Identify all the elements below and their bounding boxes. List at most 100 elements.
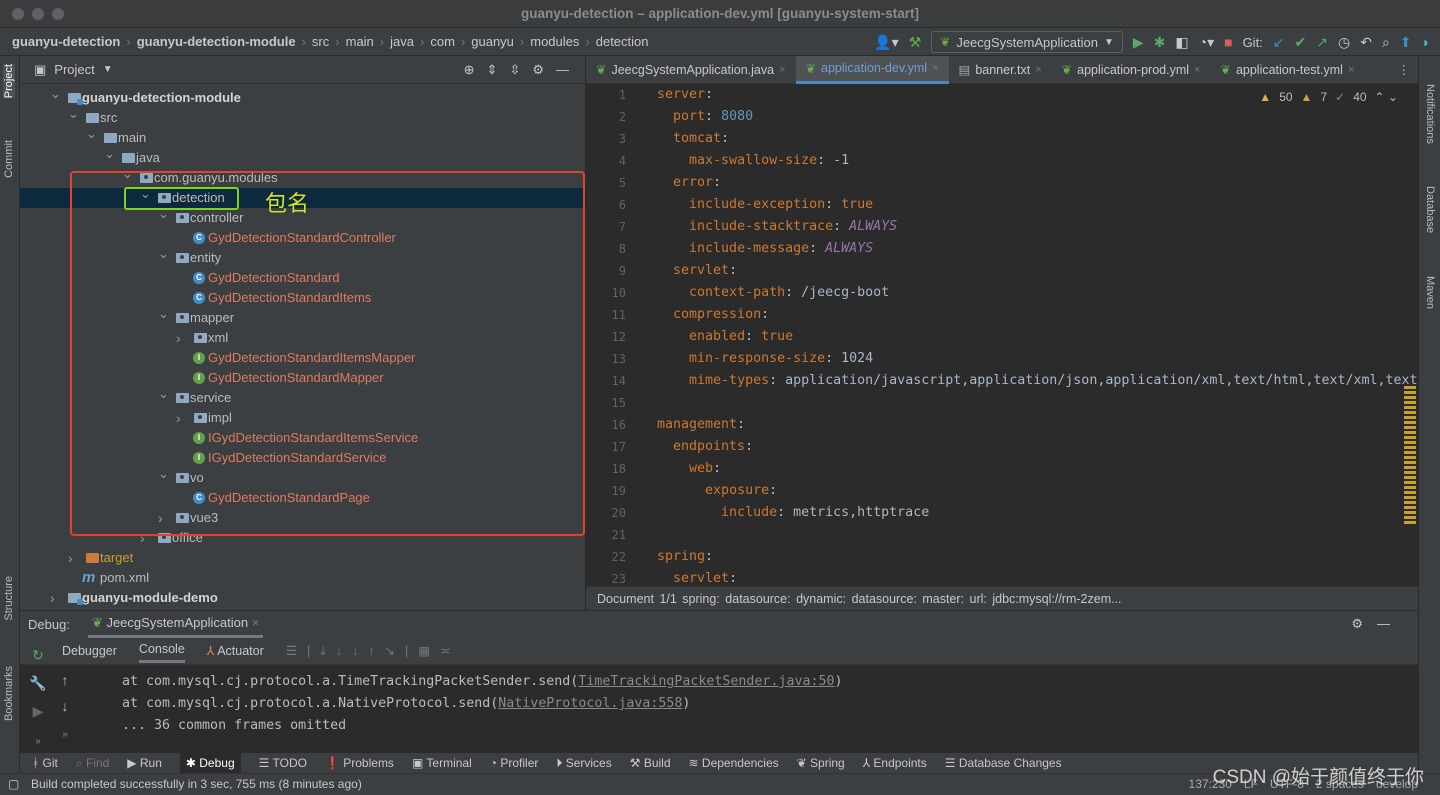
breadcrumb-item[interactable]: guanyu-detection-module (137, 34, 296, 49)
coverage-icon[interactable]: ◧ (1175, 34, 1188, 51)
tool-window-database-changes[interactable]: ☰ Database Changes (945, 756, 1062, 770)
title-bar: guanyu-detection – application-dev.yml [… (0, 0, 1440, 28)
stop-icon[interactable]: ■ (1224, 34, 1232, 50)
database-tool-button[interactable]: Database (1424, 186, 1436, 233)
yaml-value: true (841, 197, 874, 212)
editor-tab[interactable]: ❦ application-dev.yml × (795, 55, 949, 84)
tool-window-git[interactable]: ᚼ Git (32, 756, 58, 770)
breadcrumb-item[interactable]: main (346, 34, 374, 49)
annotation-label: 包名 (265, 191, 310, 216)
structure-path[interactable]: Document 1/1 spring: datasource: dynamic… (586, 586, 1418, 610)
tool-window-run[interactable]: ▶ Run (127, 756, 162, 770)
run-configuration-select[interactable]: ❦ JeecgSystemApplication ▼ (931, 31, 1123, 53)
search-icon[interactable]: ⌕ (1382, 34, 1390, 51)
project-panel-header: ▣ Project ▼ ⊕⇕⇳⚙— (20, 56, 585, 84)
tool-window-build[interactable]: ⚒ Build (630, 756, 671, 770)
user-icon[interactable]: 👤▾ (874, 34, 898, 51)
breadcrumb-item[interactable]: modules (530, 34, 579, 49)
code-area[interactable]: server: port: 8080 tomcat: max-swallow-s… (657, 84, 1418, 590)
rollback-icon[interactable]: ↶ (1360, 34, 1372, 51)
breadcrumb-item[interactable]: guanyu-detection (12, 34, 120, 49)
breadcrumb-item[interactable]: com (430, 34, 455, 49)
chevron-down-icon[interactable]: ⌄ (86, 124, 97, 144)
tool-window-dependencies[interactable]: ≋ Dependencies (689, 756, 779, 770)
commit-tool-button[interactable]: Commit (3, 140, 15, 178)
source-link[interactable]: NativeProtocol.java:558 (498, 696, 682, 711)
tool-window-profiler[interactable]: ◔ Profiler (490, 756, 539, 770)
bookmarks-tool-button[interactable]: Bookmarks (3, 666, 15, 721)
profile-icon[interactable]: ◔▾ (1199, 34, 1214, 51)
tab-console[interactable]: Console (138, 638, 185, 663)
tool-window-find[interactable]: ⌕ Find (76, 756, 109, 771)
editor-tab[interactable]: ❦ JeecgSystemApplication.java × (586, 56, 796, 84)
chevron-down-icon[interactable]: ⌄ (50, 84, 61, 104)
error-stripe[interactable] (1404, 386, 1416, 526)
tool-window-label: Spring (810, 756, 845, 770)
source-link[interactable]: TimeTrackingPacketSender.java:50 (578, 674, 834, 689)
git-update-icon[interactable]: ↙ (1273, 34, 1285, 51)
editor-tab[interactable]: ▤ banner.txt × (949, 56, 1052, 84)
tool-window-label: Run (139, 756, 162, 770)
close-tab-icon[interactable]: × (779, 64, 785, 76)
tool-window-services[interactable]: ⏵ Services (556, 756, 611, 771)
notifications-tool-button[interactable]: Notifications (1424, 84, 1436, 144)
debug-session-tab[interactable]: ❦ JeecgSystemApplication × (87, 611, 264, 638)
breadcrumb-item[interactable]: detection (596, 34, 649, 49)
git-push-icon[interactable]: ↗ (1316, 34, 1328, 51)
close-icon[interactable]: × (252, 615, 260, 630)
panel-options-icons[interactable]: ⚙— (1351, 616, 1418, 632)
code-with-me-icon[interactable]: ◗ (1422, 34, 1430, 50)
update-icon[interactable]: ⬆ (1400, 34, 1412, 51)
code-line: tomcat: (673, 131, 738, 146)
more-tabs-icon[interactable]: ⋮ (1398, 62, 1419, 77)
editor-tab[interactable]: ❦ application-test.yml × (1210, 56, 1364, 84)
close-tab-icon[interactable]: × (1035, 64, 1041, 76)
chevron-right-icon[interactable]: › (50, 588, 55, 608)
run-icon[interactable]: ▶ (1133, 34, 1144, 51)
dependencies-icon: ≋ (688, 756, 702, 770)
tool-window-spring[interactable]: ❦ Spring (797, 756, 845, 770)
tree-item[interactable]: m pom.xml (20, 568, 586, 588)
build-hammer-icon[interactable]: ⚒ (909, 34, 922, 51)
tool-window-debug[interactable]: ✱ Debug (179, 753, 241, 773)
tree-item[interactable]: › target (20, 548, 586, 568)
layout-icon[interactable]: ▢ (8, 774, 19, 795)
tab-actuator[interactable]: ⅄ Actuator (207, 643, 264, 658)
tool-window-endpoints[interactable]: ⅄ Endpoints (863, 756, 927, 770)
scroll-actions[interactable]: ↑ ↓» (54, 667, 76, 748)
close-tab-icon[interactable]: × (1194, 64, 1200, 76)
project-view-select[interactable]: Project (54, 62, 94, 77)
breadcrumb-item[interactable]: guanyu (471, 34, 514, 49)
tab-debugger[interactable]: Debugger (62, 644, 117, 658)
chevron-right-icon[interactable]: › (68, 548, 73, 568)
tool-window-problems[interactable]: ❗ Problems (325, 756, 394, 770)
editor-tab[interactable]: ❦ application-prod.yml × (1052, 56, 1211, 84)
project-tool-button[interactable]: Project (3, 64, 15, 99)
tree-item[interactable]: ⌄ src (20, 106, 586, 128)
structure-tool-button[interactable]: Structure (3, 576, 15, 621)
debug-icon[interactable]: ✱ (1154, 34, 1166, 51)
debug-side-actions[interactable]: ↻ 🔧 ▶» (26, 641, 50, 756)
maven-tool-button[interactable]: Maven (1424, 276, 1436, 309)
line-number: 14 (611, 374, 626, 388)
tree-item[interactable]: ⌄ java (20, 146, 586, 168)
chevron-down-icon[interactable]: ⌄ (68, 104, 79, 124)
close-tab-icon[interactable]: × (1348, 64, 1354, 76)
close-tab-icon[interactable]: × (932, 62, 938, 74)
history-icon[interactable]: ◷ (1338, 34, 1350, 51)
minimize-window-button[interactable] (32, 8, 44, 20)
tree-item[interactable]: › guanyu-module-demo (20, 588, 586, 608)
tool-window-terminal[interactable]: ▣ Terminal (412, 756, 472, 770)
console-output[interactable]: at com.mysql.cj.protocol.a.TimeTrackingP… (122, 671, 843, 737)
chevron-down-icon[interactable]: ⌄ (104, 144, 115, 164)
breadcrumb-item[interactable]: java (390, 34, 414, 49)
git-commit-icon[interactable]: ✔ (1295, 34, 1307, 51)
chevron-down-icon[interactable]: ▼ (103, 64, 113, 75)
tool-window-todo[interactable]: ☰ TODO (259, 756, 307, 770)
breadcrumb-item[interactable]: src (312, 34, 329, 49)
close-window-button[interactable] (12, 8, 24, 20)
maximize-window-button[interactable] (52, 8, 64, 20)
project-toolbar-icons[interactable]: ⊕⇕⇳⚙— (464, 62, 585, 78)
stepping-icons[interactable]: ☰|⤓↓↓↑↘|▦≍ (286, 643, 461, 659)
tree-item[interactable]: ⌄ guanyu-detection-module (20, 86, 586, 108)
